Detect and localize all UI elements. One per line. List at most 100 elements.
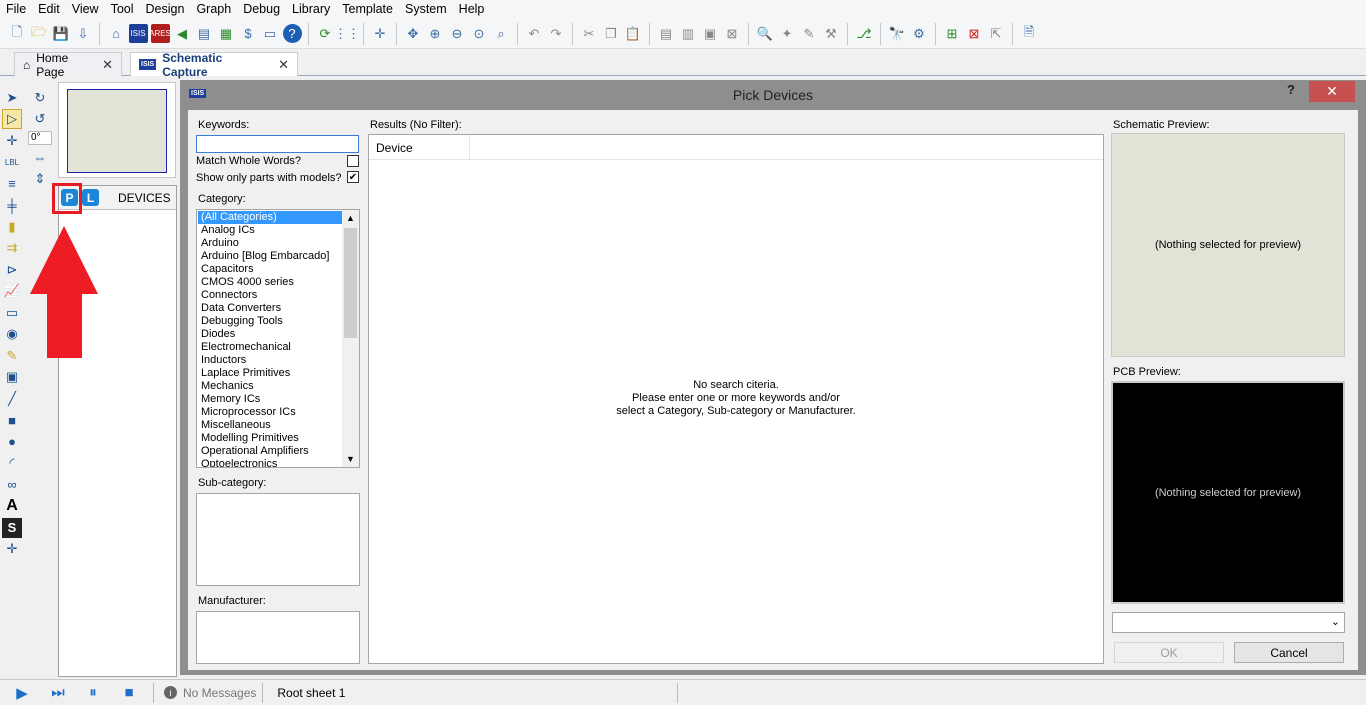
mirror-horizontal-icon[interactable]: ⇔ [30, 147, 50, 167]
text-icon[interactable]: A [2, 496, 22, 516]
category-item[interactable]: Diodes [198, 328, 342, 341]
zoom-out-icon[interactable]: ⊖ [448, 24, 467, 43]
menu-edit[interactable]: Edit [32, 0, 66, 19]
pcb-package-select[interactable]: ⌄ [1112, 612, 1345, 633]
component-mode-icon[interactable]: ▷ [2, 109, 22, 129]
text-script-icon[interactable]: ≡ [2, 174, 22, 194]
rotate-anticlockwise-icon[interactable]: ↺ [30, 109, 50, 129]
menu-view[interactable]: View [66, 0, 105, 19]
generator-icon[interactable]: ◉ [2, 324, 22, 344]
virtual-instruments-icon[interactable]: ▣ [2, 367, 22, 387]
property-tool-icon[interactable]: ⚙ [910, 24, 929, 43]
report-icon[interactable]: 🗎 [1020, 24, 1039, 43]
packaging-icon[interactable]: ✎ [800, 24, 819, 43]
pan-icon[interactable]: ✥ [404, 24, 423, 43]
dialog-close-button[interactable]: ✕ [1309, 81, 1355, 102]
menu-file[interactable]: File [0, 0, 32, 19]
decompose-icon[interactable]: ⚒ [822, 24, 841, 43]
pause-icon[interactable]: ⏸ [83, 683, 103, 703]
step-icon[interactable]: ⏭ [48, 683, 68, 703]
manufacturer-listbox[interactable] [196, 611, 360, 664]
category-item[interactable]: CMOS 4000 series [198, 276, 342, 289]
scrollbar-thumb[interactable] [344, 228, 357, 338]
selection-mode-icon[interactable]: ➤ [2, 88, 22, 108]
make-device-icon[interactable]: ✦ [778, 24, 797, 43]
search-tag-icon[interactable]: 🔭 [888, 24, 907, 43]
menu-library[interactable]: Library [286, 0, 336, 19]
line-icon[interactable]: ╱ [2, 389, 22, 409]
scroll-up-icon[interactable]: ▲ [342, 210, 359, 226]
remove-sheet-icon[interactable]: ⊠ [965, 24, 984, 43]
menu-system[interactable]: System [399, 0, 453, 19]
category-item[interactable]: Connectors [198, 289, 342, 302]
zoom-area-icon[interactable]: ⌕ [492, 24, 511, 43]
undo-icon[interactable]: ↶ [525, 24, 544, 43]
device-pins-icon[interactable]: ⊳ [2, 260, 22, 280]
vsm-icon[interactable]: ▭ [261, 24, 280, 43]
category-item[interactable]: Microprocessor ICs [198, 406, 342, 419]
close-tab-icon[interactable]: ✕ [278, 57, 289, 73]
zoom-in-icon[interactable]: ⊕ [426, 24, 445, 43]
symbol-icon[interactable]: S [2, 517, 22, 538]
subcategory-listbox[interactable] [196, 493, 360, 586]
bus-icon[interactable]: ╪ [2, 195, 22, 215]
exit-parent-icon[interactable]: ⇱ [987, 24, 1006, 43]
home-icon[interactable]: ⌂ [107, 24, 126, 43]
pcb-icon[interactable]: ▦ [217, 24, 236, 43]
menu-help[interactable]: Help [453, 0, 491, 19]
menu-debug[interactable]: Debug [237, 0, 286, 19]
category-item[interactable]: Data Converters [198, 302, 342, 315]
category-item[interactable]: Capacitors [198, 263, 342, 276]
dialog-help-button[interactable]: ? [1287, 82, 1295, 97]
new-file-icon[interactable]: 🗋 [8, 24, 27, 43]
scroll-down-icon[interactable]: ▼ [342, 451, 359, 467]
mirror-vertical-icon[interactable]: ⇕ [30, 169, 50, 189]
help-icon[interactable]: ? [282, 24, 302, 43]
category-item[interactable]: Analog ICs [198, 224, 342, 237]
marker-icon[interactable]: ✛ [2, 539, 22, 559]
grid-icon[interactable]: ⋮⋮ [334, 24, 360, 43]
path-icon[interactable]: ∞ [2, 475, 22, 495]
menu-template[interactable]: Template [336, 0, 399, 19]
back-icon[interactable]: ◀ [173, 24, 192, 43]
ok-button[interactable]: OK [1114, 642, 1224, 663]
menu-graph[interactable]: Graph [190, 0, 237, 19]
category-item[interactable]: Memory ICs [198, 393, 342, 406]
messages-status[interactable]: No Messages [183, 686, 256, 700]
terminals-icon[interactable]: ⇉ [2, 238, 22, 258]
show-only-models-checkbox[interactable]: ✔ [347, 171, 359, 183]
tab-home-page[interactable]: ⌂ Home Page ✕ [14, 51, 122, 79]
tape-recorder-icon[interactable]: ▭ [2, 303, 22, 323]
block-rotate-icon[interactable]: ▣ [701, 24, 720, 43]
device-column-header[interactable]: Device [369, 135, 470, 160]
wire-label-icon[interactable]: LBL [2, 152, 22, 172]
stop-icon[interactable]: ■ [119, 683, 139, 703]
junction-dot-icon[interactable]: ✛ [2, 131, 22, 151]
tab-schematic-capture[interactable]: ISIS Schematic Capture ✕ [130, 51, 298, 79]
category-scrollbar[interactable]: ▲ ▼ [342, 210, 359, 467]
block-move-icon[interactable]: ▥ [679, 24, 698, 43]
zoom-all-icon[interactable]: ⊙ [470, 24, 489, 43]
play-icon[interactable]: ▶ [12, 683, 32, 703]
close-tab-icon[interactable]: ✕ [102, 57, 113, 73]
save-icon[interactable]: 💾 [52, 24, 71, 43]
copy-icon[interactable]: ❐ [602, 24, 621, 43]
graph-icon[interactable]: 📈 [2, 281, 22, 301]
pick-device-icon[interactable]: 🔍 [756, 24, 775, 43]
cancel-button[interactable]: Cancel [1234, 642, 1344, 663]
menu-tool[interactable]: Tool [105, 0, 140, 19]
category-item[interactable]: Operational Amplifiers [198, 445, 342, 458]
import-icon[interactable]: ⇩ [74, 24, 93, 43]
circle-icon[interactable]: ● [2, 432, 22, 452]
rotate-clockwise-icon[interactable]: ↻ [30, 88, 50, 108]
category-item[interactable]: Electromechanical [198, 341, 342, 354]
results-table[interactable]: Device No search citeria. Please enter o… [368, 134, 1104, 664]
category-item[interactable]: Modelling Primitives [198, 432, 342, 445]
category-item[interactable]: (All Categories) [198, 211, 342, 224]
category-item[interactable]: Optoelectronics [198, 458, 342, 467]
bom-icon[interactable]: ▤ [195, 24, 214, 43]
subcircuit-icon[interactable]: ▮ [2, 217, 22, 237]
open-folder-icon[interactable]: 🗁 [30, 24, 49, 43]
library-manager-button[interactable]: L [82, 189, 99, 206]
arc-icon[interactable]: ◜ [2, 453, 22, 473]
